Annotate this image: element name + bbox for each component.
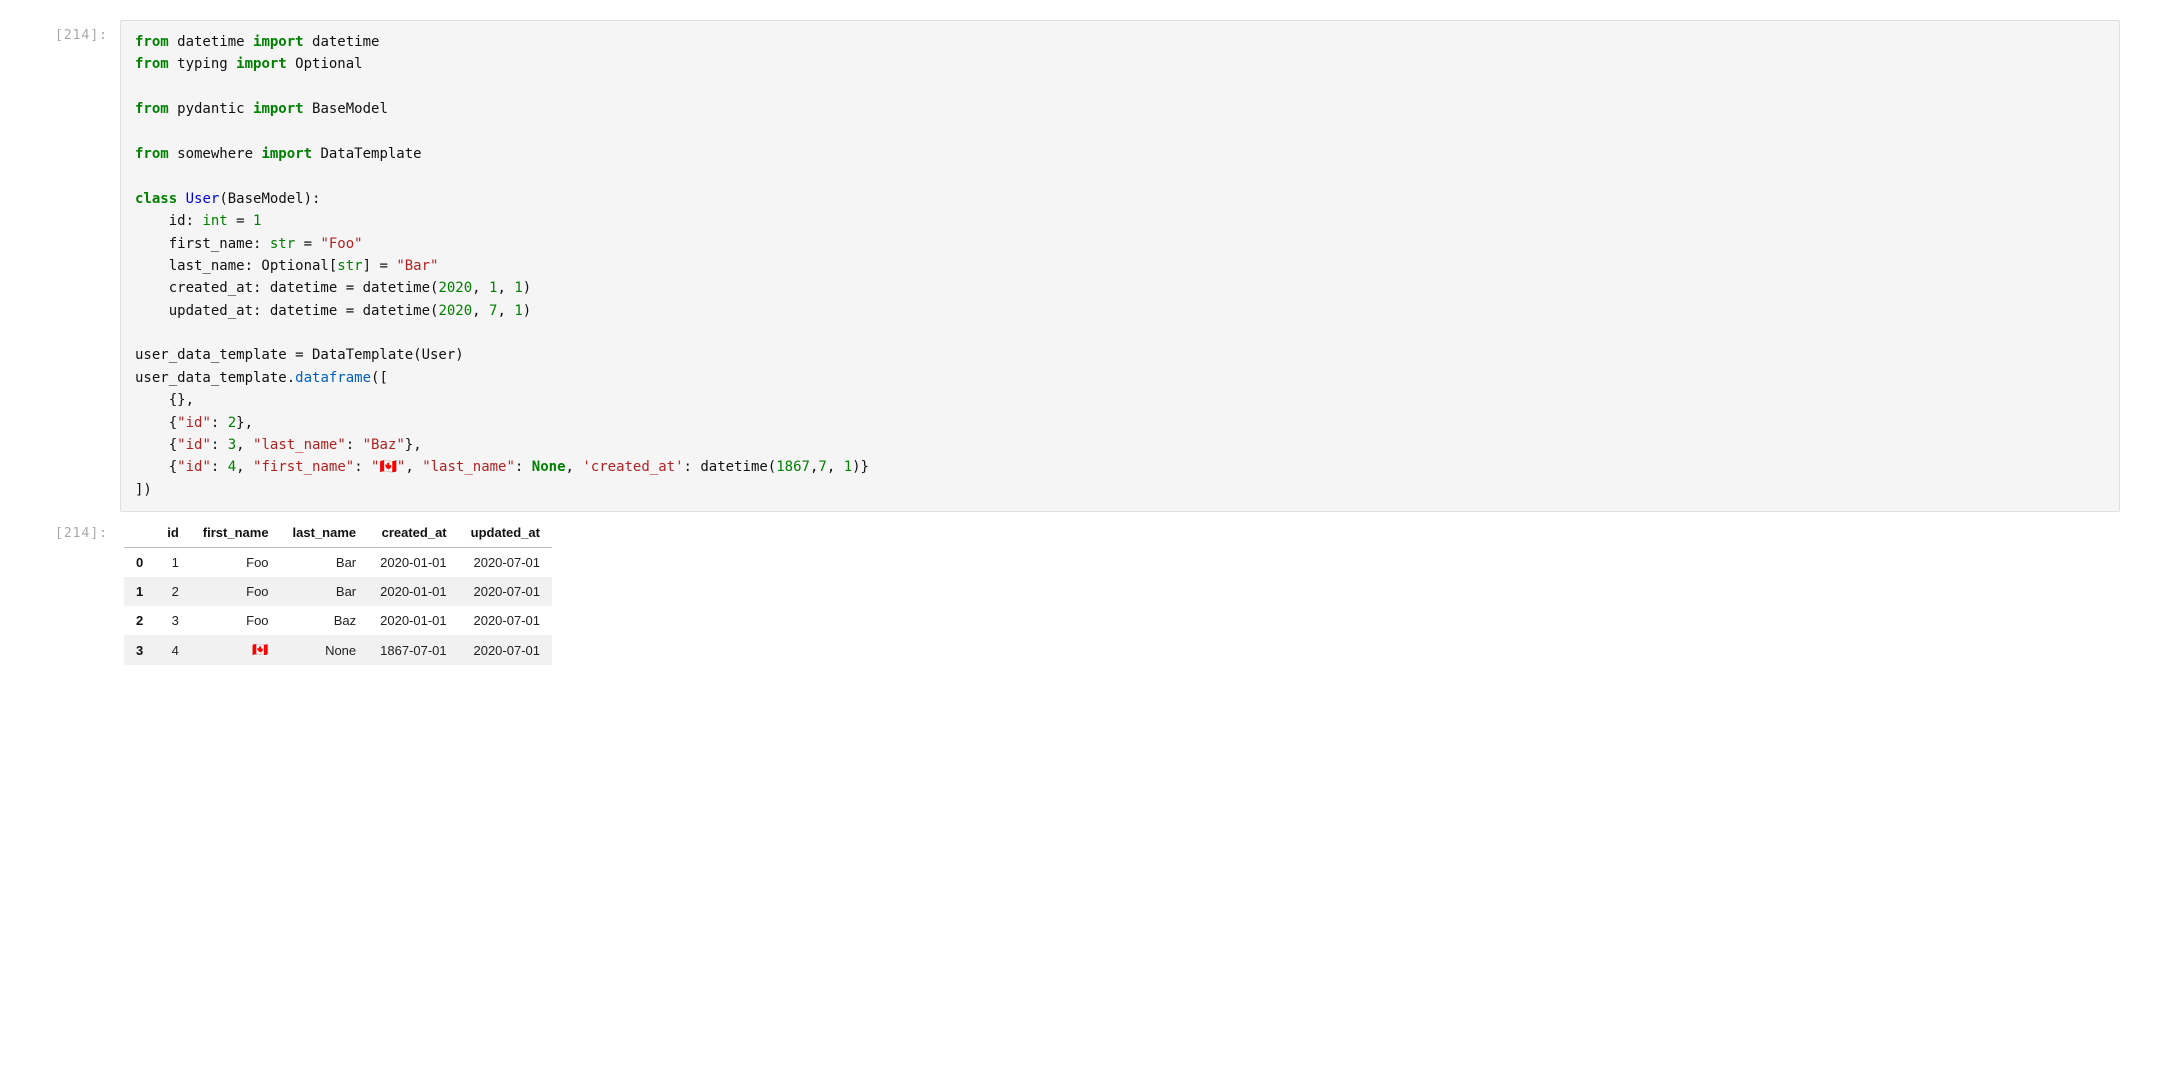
table-cell: 2020-07-01	[459, 635, 552, 665]
output-area: idfirst_namelast_namecreated_atupdated_a…	[120, 518, 2160, 665]
table-cell: 3	[155, 606, 191, 635]
table-row: 01FooBar2020-01-012020-07-01	[124, 548, 552, 578]
dataframe-table: idfirst_namelast_namecreated_atupdated_a…	[124, 518, 552, 665]
column-header: first_name	[191, 518, 281, 548]
code-block[interactable]: from datetime import datetime from typin…	[135, 31, 2105, 501]
table-cell: 2020-07-01	[459, 577, 552, 606]
row-index: 0	[124, 548, 155, 578]
output-prompt: [214]:	[0, 518, 120, 549]
table-cell: Bar	[281, 548, 369, 578]
table-corner	[124, 518, 155, 548]
column-header: created_at	[368, 518, 459, 548]
table-cell: Baz	[281, 606, 369, 635]
input-cell: [214]: from datetime import datetime fro…	[0, 20, 2160, 512]
table-cell: 2020-01-01	[368, 548, 459, 578]
column-header: last_name	[281, 518, 369, 548]
table-cell: Foo	[191, 606, 281, 635]
table-cell: Bar	[281, 577, 369, 606]
code-input-area[interactable]: from datetime import datetime from typin…	[120, 20, 2120, 512]
row-index: 3	[124, 635, 155, 665]
table-cell: 2	[155, 577, 191, 606]
table-cell: 2020-01-01	[368, 577, 459, 606]
table-cell: None	[281, 635, 369, 665]
table-row: 23FooBaz2020-01-012020-07-01	[124, 606, 552, 635]
table-cell: 2020-07-01	[459, 606, 552, 635]
table-header-row: idfirst_namelast_namecreated_atupdated_a…	[124, 518, 552, 548]
row-index: 2	[124, 606, 155, 635]
row-index: 1	[124, 577, 155, 606]
column-header: updated_at	[459, 518, 552, 548]
input-prompt: [214]:	[0, 20, 120, 51]
table-cell: 1	[155, 548, 191, 578]
table-cell: 🇨🇦	[191, 635, 281, 665]
table-cell: 2020-07-01	[459, 548, 552, 578]
table-cell: 1867-07-01	[368, 635, 459, 665]
table-cell: 2020-01-01	[368, 606, 459, 635]
table-row: 34🇨🇦None1867-07-012020-07-01	[124, 635, 552, 665]
column-header: id	[155, 518, 191, 548]
table-cell: Foo	[191, 548, 281, 578]
table-cell: 4	[155, 635, 191, 665]
output-cell: [214]: idfirst_namelast_namecreated_atup…	[0, 518, 2160, 665]
notebook: [214]: from datetime import datetime fro…	[0, 0, 2160, 691]
table-cell: Foo	[191, 577, 281, 606]
table-row: 12FooBar2020-01-012020-07-01	[124, 577, 552, 606]
